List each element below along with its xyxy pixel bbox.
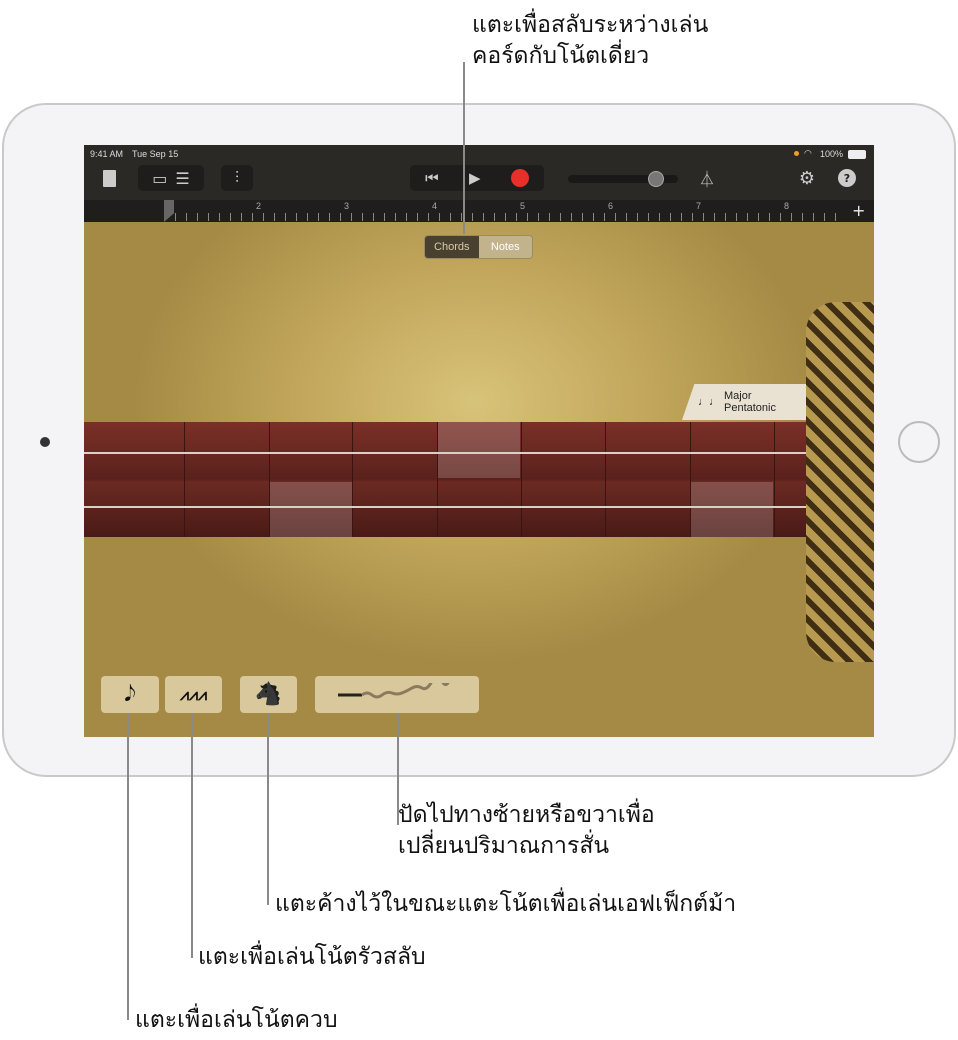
string[interactable] (84, 506, 806, 508)
note-highlight (270, 482, 352, 537)
add-section-button[interactable]: + (852, 201, 865, 220)
rewind-icon[interactable]: ⏮ (425, 169, 439, 187)
instrument-surface: Chords Notes ♩♩ Major Pentatonic (84, 222, 874, 737)
bar-number: 3 (344, 201, 350, 211)
mixer-button[interactable]: ⫶ (221, 165, 253, 191)
bar-number: 7 (696, 201, 702, 211)
document-icon[interactable] (98, 165, 120, 191)
scale-selector[interactable]: ♩♩ Major Pentatonic (682, 384, 806, 420)
callout-horse: แตะค้างไว้ในขณะแตะโน้ตเพื่อเล่นเอฟเฟ็กต์… (275, 891, 737, 917)
callout-line (397, 713, 399, 825)
callout-line (267, 713, 269, 905)
ruler-ticks (164, 213, 844, 221)
home-button[interactable] (898, 421, 940, 463)
bar-number: 6 (608, 201, 614, 211)
tracks-view-icon[interactable]: ☰ (175, 169, 189, 188)
settings-icon[interactable]: ⚙ (794, 165, 820, 191)
callout-vibrato: ปัดไปทางซ้ายหรือขวาเพื่อเปลี่ยนปริมาณการ… (398, 800, 655, 862)
bar-number: 4 (432, 201, 438, 211)
horse-effect-button[interactable]: 🐴 (240, 676, 297, 713)
slider-thumb[interactable] (648, 171, 664, 187)
transport-controls: ⏮ ▶ (410, 165, 544, 191)
zigzag-icon: ⩘⩘⩘ (179, 684, 208, 704)
scale-label: Major Pentatonic (724, 390, 776, 414)
camera (40, 437, 50, 447)
callout-line (191, 713, 193, 958)
vibrato-wave-icon (338, 682, 450, 698)
callout-text: ปัดไปทางซ้ายหรือขวาเพื่อ (398, 802, 655, 828)
bar-number: 8 (784, 201, 790, 211)
bar-number: 5 (520, 201, 526, 211)
fretboard[interactable] (84, 422, 806, 537)
instrument-view-icon[interactable]: ▭ (152, 169, 167, 188)
sliders-icon: ⫶ (234, 168, 239, 187)
callout-text: แตะเพื่อสลับระหว่างเล่น (472, 12, 709, 38)
status-bar: 9:41 AM Tue Sep 15 ◠ 100% (84, 145, 874, 163)
callout-double: แตะเพื่อเล่นโน้ตควบ (135, 1007, 338, 1033)
snakeskin-body (806, 302, 874, 662)
double-note-button[interactable]: 𝅘𝅥𝅮 (101, 676, 159, 713)
callout-text: เปลี่ยนปริมาณการสั่น (398, 833, 610, 859)
notes-option[interactable]: Notes (478, 236, 532, 258)
chords-notes-toggle[interactable]: Chords Notes (424, 235, 533, 259)
callout-text: คอร์ดกับโน้ตเดี่ยว (472, 43, 650, 69)
eighth-note-icon: 𝅘𝅥𝅮 (124, 682, 136, 707)
play-icon[interactable]: ▶ (469, 169, 481, 187)
horse-icon: 🐴 (254, 682, 283, 707)
wifi-icon: ◠ (804, 148, 812, 158)
tremolo-button[interactable]: ⩘⩘⩘ (165, 676, 222, 713)
callout-line (463, 62, 465, 234)
record-icon[interactable] (510, 169, 529, 187)
callout-line (127, 713, 129, 1020)
privacy-dot (794, 151, 799, 156)
string[interactable] (84, 452, 806, 454)
volume-slider[interactable] (568, 171, 678, 187)
callout-toggle: แตะเพื่อสลับระหว่างเล่นคอร์ดกับโน้ตเดี่ย… (472, 10, 708, 72)
callout-tremolo: แตะเพื่อเล่นโน้ตรัวสลับ (198, 944, 426, 970)
note-highlight (438, 422, 520, 478)
status-date: Tue Sep 15 (132, 149, 179, 159)
status-time: 9:41 AM (90, 149, 124, 159)
metronome-icon[interactable]: ⏃ (694, 165, 720, 191)
view-toggle[interactable]: ▭ ☰ (138, 165, 204, 191)
vibrato-strip[interactable] (315, 676, 479, 713)
help-icon[interactable]: ? (838, 169, 856, 187)
battery-icon (848, 150, 866, 159)
chords-option[interactable]: Chords (425, 236, 479, 258)
ruler[interactable]: 1 2 3 4 5 6 7 8 + (84, 200, 874, 222)
bar-number: 2 (256, 201, 262, 211)
battery-percent: 100% (820, 149, 844, 159)
note-highlight (691, 482, 773, 537)
notes-icon: ♩♩ (698, 396, 720, 408)
screen: 9:41 AM Tue Sep 15 ◠ 100% ▭ ☰ ⫶ ⏮ ▶ ⏃ ⚙ ?… (84, 145, 874, 737)
